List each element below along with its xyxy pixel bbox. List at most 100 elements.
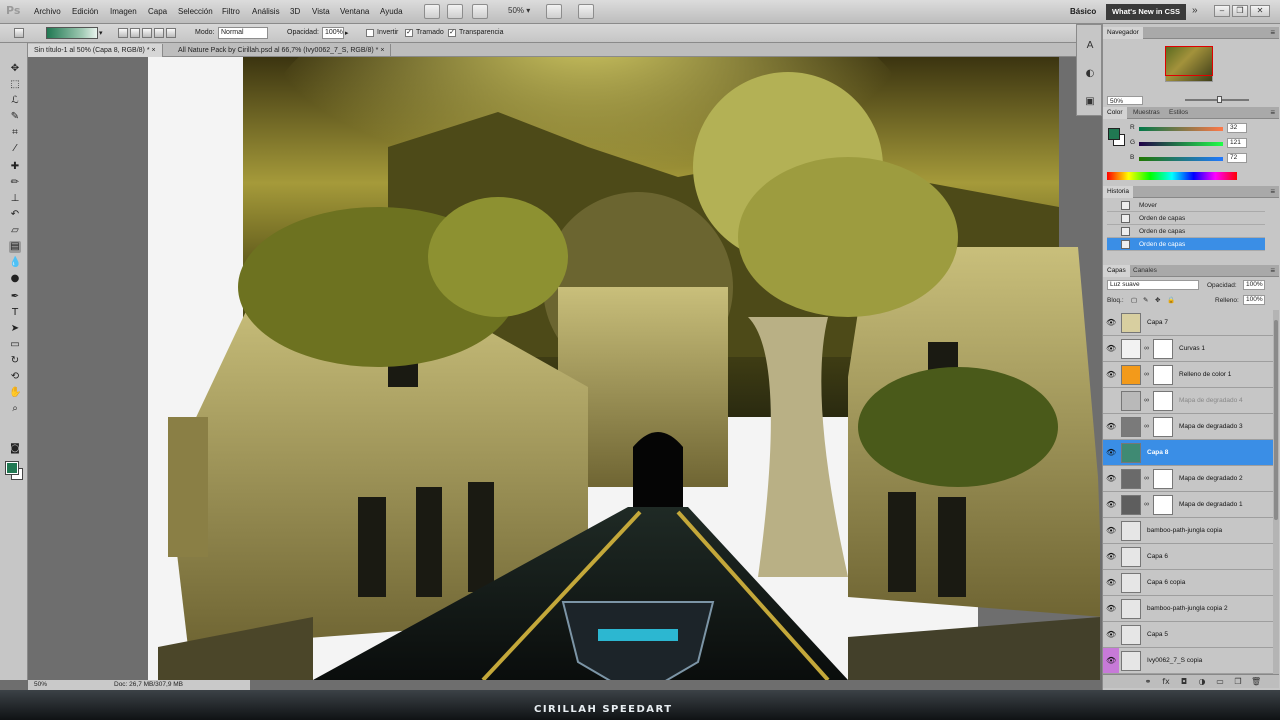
- tab-close-icon[interactable]: ×: [380, 47, 384, 54]
- foreground-color-swatch[interactable]: [5, 461, 19, 475]
- layer-mask-thumbnail[interactable]: [1153, 469, 1173, 489]
- layer-mask-link-icon[interactable]: ∞: [1144, 371, 1149, 378]
- dither-checkbox[interactable]: ✓: [405, 29, 413, 37]
- layer-row[interactable]: 👁 Capa 6 copia: [1103, 570, 1273, 596]
- navigator-zoom-knob[interactable]: [1217, 96, 1222, 103]
- tab-styles[interactable]: Estilos: [1165, 107, 1192, 119]
- layer-mask-link-icon[interactable]: ∞: [1144, 397, 1149, 404]
- history-item[interactable]: Mover: [1107, 199, 1265, 212]
- layer-row[interactable]: 👁 Capa 5: [1103, 622, 1273, 648]
- panel-menu-icon[interactable]: ≡: [1270, 186, 1275, 198]
- tab-layers[interactable]: Capas: [1103, 265, 1130, 277]
- brush-tool-icon[interactable]: ✏: [9, 177, 21, 189]
- menu-filtro[interactable]: Filtro: [222, 7, 240, 16]
- tab-color[interactable]: Color: [1103, 107, 1127, 119]
- linear-gradient-icon[interactable]: [118, 28, 128, 38]
- navigator-view-box[interactable]: [1165, 46, 1213, 76]
- tab-history[interactable]: Historia: [1103, 186, 1134, 198]
- layer-opacity-input[interactable]: 100%: [1243, 280, 1265, 290]
- layer-row[interactable]: ∞ Mapa de degradado 4: [1103, 388, 1273, 414]
- tab-navigator[interactable]: Navegador: [1103, 27, 1143, 39]
- add-mask-icon[interactable]: ◘: [1179, 677, 1189, 687]
- layer-thumbnail[interactable]: [1121, 365, 1141, 385]
- dodge-tool-icon[interactable]: ●: [9, 273, 21, 285]
- pen-tool-icon[interactable]: ✒: [9, 291, 21, 303]
- zoom-tool-icon[interactable]: ⌕: [9, 403, 21, 415]
- gradient-picker-arrow-icon[interactable]: ▾: [99, 29, 103, 37]
- layer-visibility-eye-icon[interactable]: 👁: [1106, 578, 1116, 588]
- layer-mask-thumbnail[interactable]: [1153, 391, 1173, 411]
- type-tool-icon[interactable]: T: [9, 307, 21, 319]
- fill-input[interactable]: 100%: [1243, 295, 1265, 305]
- view-extras-icon[interactable]: [472, 4, 488, 19]
- navigator-zoom-input[interactable]: 50%: [1107, 96, 1143, 105]
- history-brush-icon[interactable]: ↶: [9, 209, 21, 221]
- layer-mask-thumbnail[interactable]: [1153, 365, 1173, 385]
- layer-row[interactable]: 👁 ∞ Mapa de degradado 3: [1103, 414, 1273, 440]
- layer-row[interactable]: 👁 Capa 7: [1103, 310, 1273, 336]
- tab-channels[interactable]: Canales: [1129, 265, 1161, 277]
- shape-tool-icon[interactable]: ▭: [9, 339, 21, 351]
- eyedropper-icon[interactable]: ⁄: [9, 143, 21, 155]
- menu-archivo[interactable]: Archivo: [34, 7, 61, 16]
- layer-row[interactable]: 👁 ∞ Relleno de color 1: [1103, 362, 1273, 388]
- layer-row[interactable]: 👁 bamboo-path-jungla copia: [1103, 518, 1273, 544]
- reverse-checkbox[interactable]: [366, 29, 374, 37]
- layer-row[interactable]: 👁 bamboo-path-jungla copia 2: [1103, 596, 1273, 622]
- lock-position-icon[interactable]: ✥: [1155, 296, 1160, 304]
- history-item-selected[interactable]: Orden de capas: [1107, 238, 1265, 251]
- layer-visibility-eye-icon[interactable]: 👁: [1106, 500, 1116, 510]
- mini-bridge-icon[interactable]: [447, 4, 463, 19]
- layer-mask-link-icon[interactable]: ∞: [1144, 345, 1149, 352]
- layer-thumbnail[interactable]: [1121, 599, 1141, 619]
- lasso-tool-icon[interactable]: ℒ: [9, 95, 21, 107]
- adjustment-layer-icon[interactable]: ◑: [1197, 677, 1207, 687]
- layer-row[interactable]: 👁 Capa 8: [1103, 440, 1273, 466]
- transparency-checkbox[interactable]: ✓: [448, 29, 456, 37]
- radial-gradient-icon[interactable]: [130, 28, 140, 38]
- layer-mask-thumbnail[interactable]: [1153, 339, 1173, 359]
- path-selection-icon[interactable]: ➤: [9, 323, 21, 335]
- layer-row[interactable]: 👁 Ivy0062_7_S copia: [1103, 648, 1273, 674]
- layer-thumbnail[interactable]: [1121, 573, 1141, 593]
- gradient-preview[interactable]: [46, 27, 98, 39]
- tab-all-nature-pack[interactable]: All Nature Pack by Cirillah.psd al 66,7%…: [172, 44, 392, 57]
- menu-capa[interactable]: Capa: [148, 7, 167, 16]
- tool-preset-icon[interactable]: [14, 28, 24, 38]
- layer-visibility-eye-icon[interactable]: 👁: [1106, 552, 1116, 562]
- color-fg-swatch[interactable]: [1108, 128, 1120, 140]
- workspace-essentials[interactable]: Básico: [1070, 7, 1096, 16]
- status-zoom[interactable]: 50%: [34, 680, 47, 690]
- layer-thumbnail[interactable]: [1121, 391, 1141, 411]
- whats-new-workspace[interactable]: What's New in CSS: [1106, 4, 1186, 20]
- restore-button[interactable]: ❐: [1232, 5, 1248, 17]
- launch-bridge-icon[interactable]: [424, 4, 440, 19]
- layer-visibility-eye-icon[interactable]: 👁: [1106, 604, 1116, 614]
- reflected-gradient-icon[interactable]: [154, 28, 164, 38]
- menu-ventana[interactable]: Ventana: [340, 7, 369, 16]
- close-button[interactable]: ✕: [1250, 5, 1270, 17]
- green-slider[interactable]: [1139, 142, 1223, 146]
- layers-scrollbar-thumb[interactable]: [1274, 320, 1278, 520]
- layers-scrollbar[interactable]: [1273, 310, 1279, 674]
- layer-mask-link-icon[interactable]: ∞: [1144, 475, 1149, 482]
- clone-stamp-icon[interactable]: ⊥: [9, 193, 21, 205]
- menu-ayuda[interactable]: Ayuda: [380, 7, 403, 16]
- mode-select[interactable]: Normal: [218, 27, 268, 39]
- layer-blend-mode-select[interactable]: Luz suave: [1107, 280, 1199, 290]
- quick-selection-icon[interactable]: ✎: [9, 111, 21, 123]
- diamond-gradient-icon[interactable]: [166, 28, 176, 38]
- delete-layer-icon[interactable]: 🗑: [1251, 677, 1261, 687]
- color-spectrum-bar[interactable]: [1107, 172, 1237, 180]
- layer-thumbnail[interactable]: [1121, 651, 1141, 671]
- layer-style-icon[interactable]: fx: [1161, 677, 1171, 687]
- brush-presets-icon[interactable]: ◐: [1083, 67, 1097, 81]
- green-value[interactable]: 121: [1227, 138, 1247, 148]
- panel-menu-icon[interactable]: ≡: [1270, 265, 1275, 277]
- layer-row[interactable]: 👁 ∞ Curvas 1: [1103, 336, 1273, 362]
- menu-3d[interactable]: 3D: [290, 7, 300, 16]
- link-layers-icon[interactable]: ⚭: [1143, 677, 1153, 687]
- opacity-slider-arrow-icon[interactable]: ▸: [345, 29, 349, 37]
- layer-thumbnail[interactable]: [1121, 443, 1141, 463]
- layer-mask-thumbnail[interactable]: [1153, 417, 1173, 437]
